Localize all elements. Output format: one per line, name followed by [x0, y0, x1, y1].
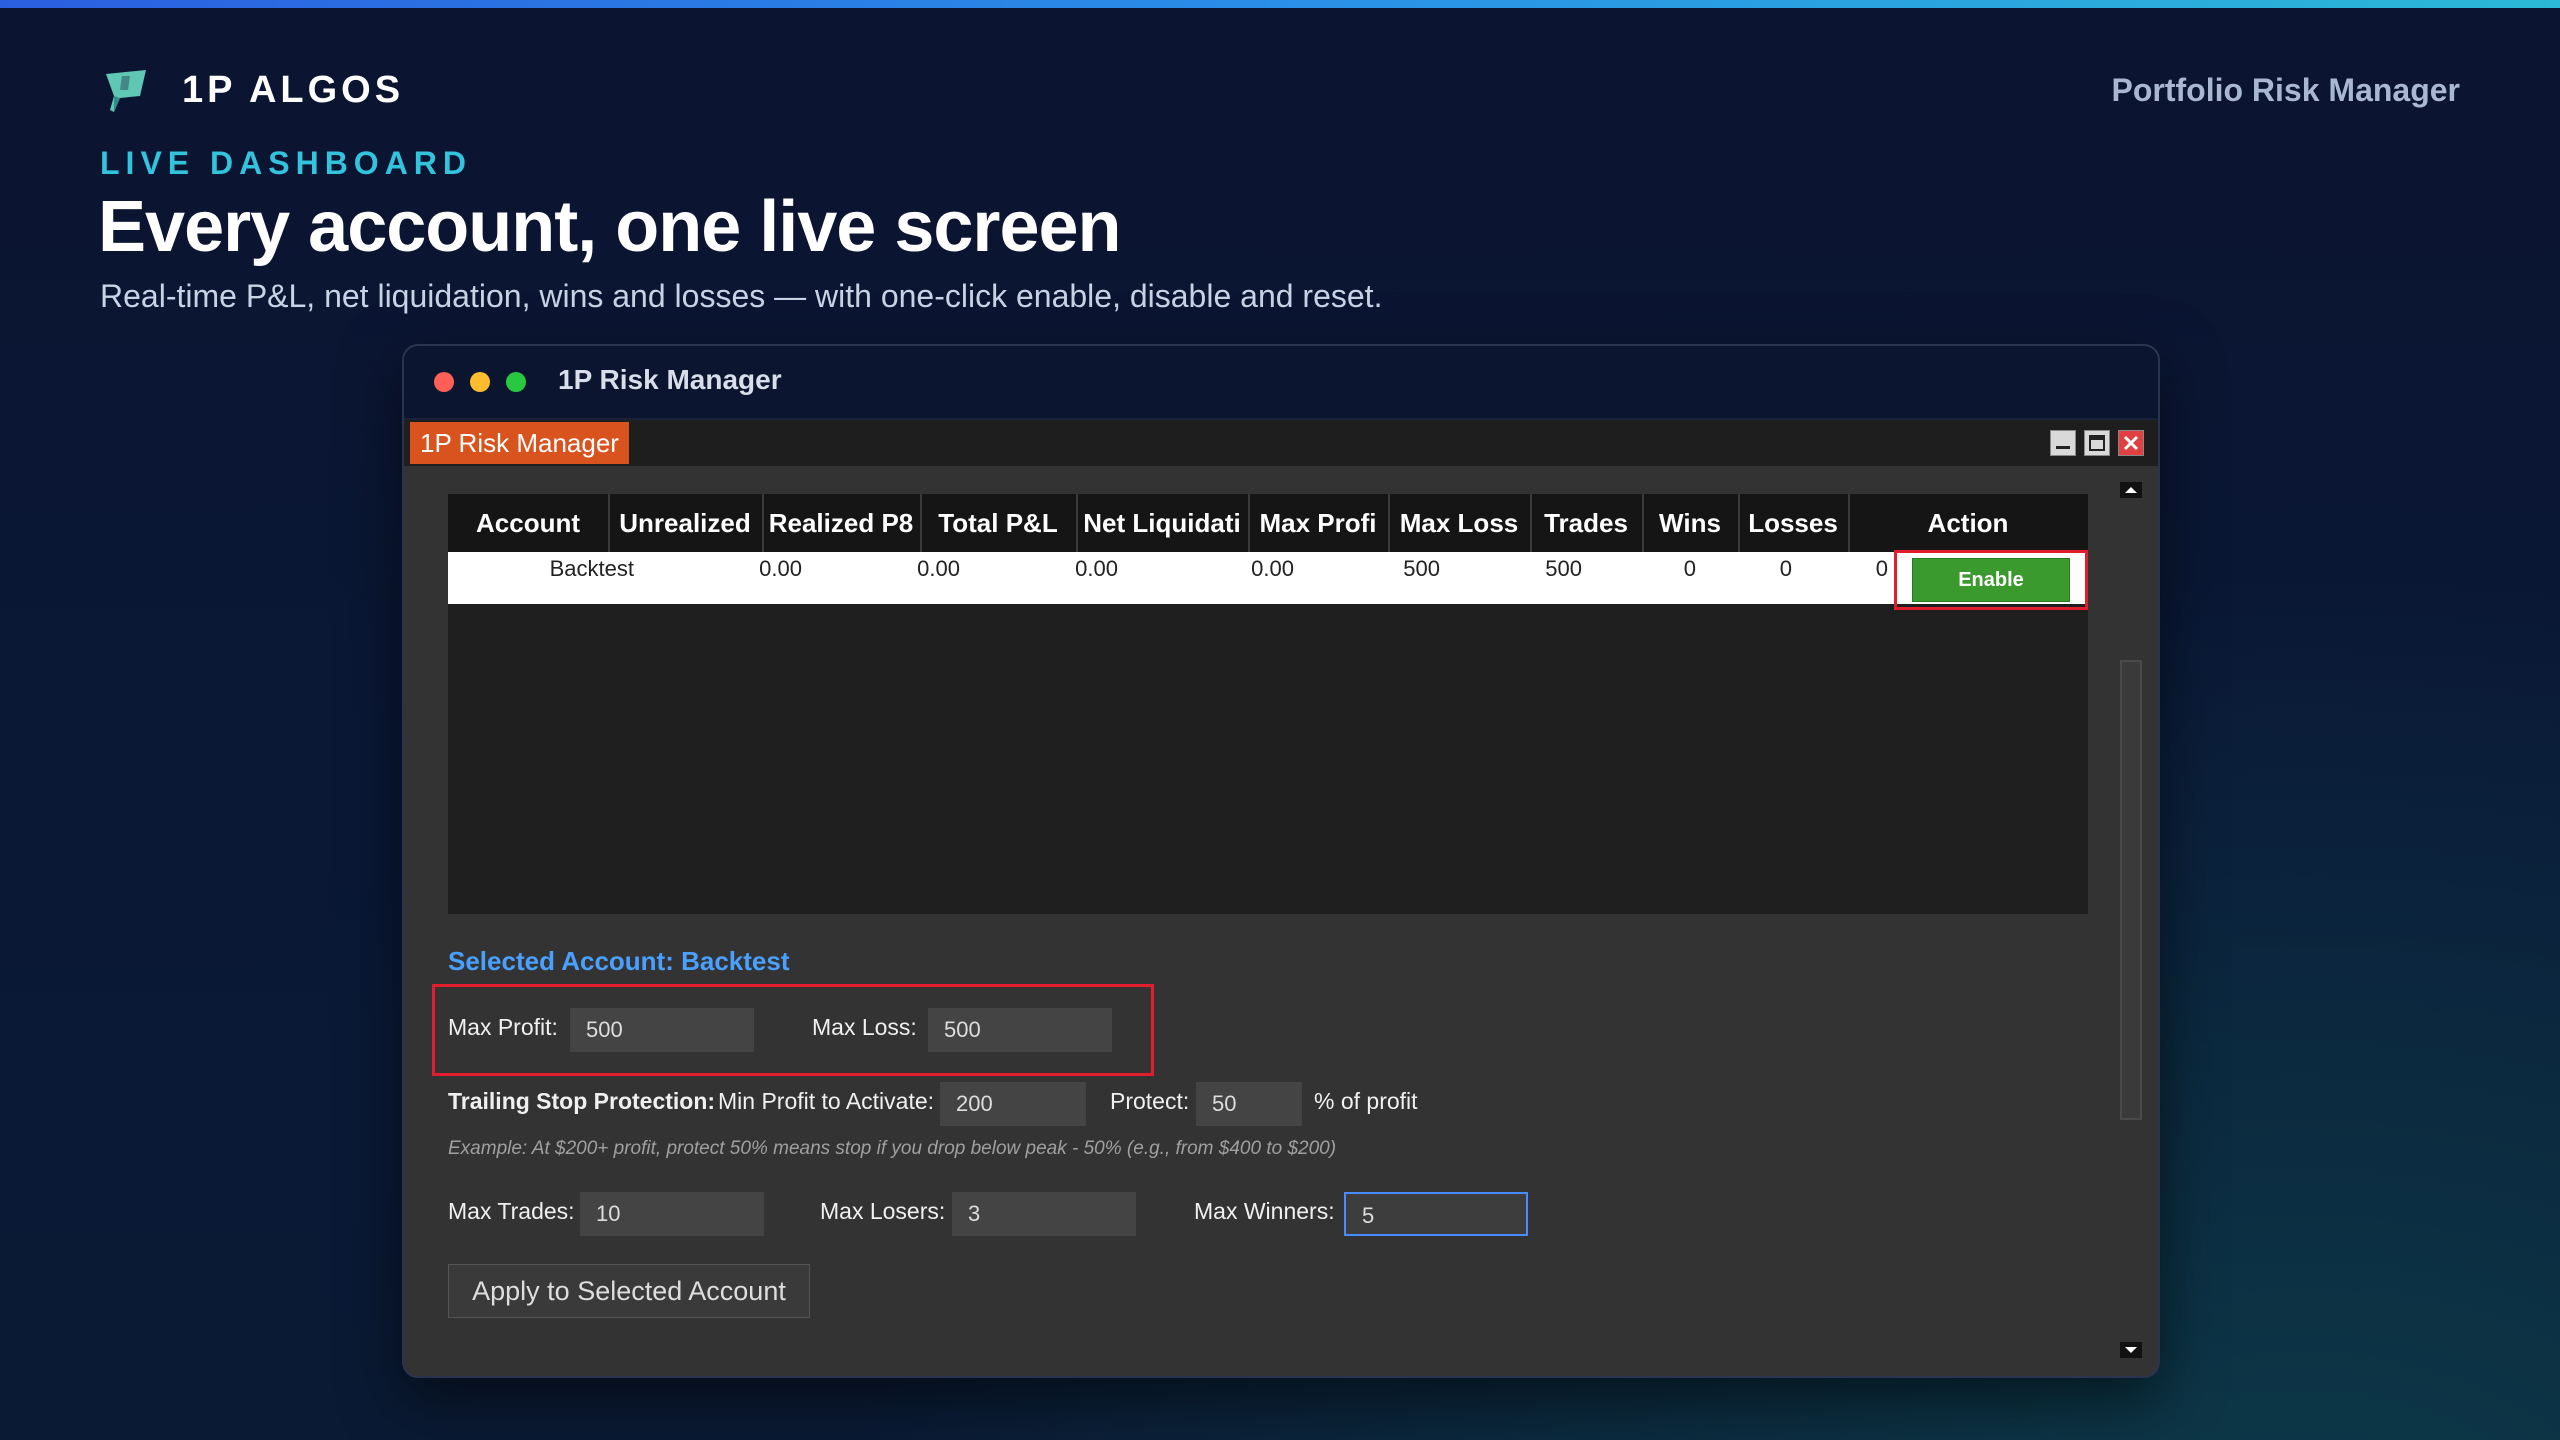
section-kicker: LIVE DASHBOARD — [100, 145, 473, 181]
accounts-grid: Account Unrealized Realized P8 Total P&L… — [448, 494, 2088, 914]
protect-label: Protect: — [1110, 1088, 1190, 1114]
inner-window-tab[interactable]: 1P Risk Manager — [410, 422, 629, 464]
losses-cell: 0 — [1875, 556, 1888, 581]
trailing-stop-example: Example: At $200+ profit, protect 50% me… — [448, 1138, 1337, 1159]
product-label: Portfolio Risk Manager — [2111, 72, 2461, 108]
min-profit-label: Min Profit to Activate: — [718, 1088, 935, 1114]
selected-account-title: Selected Account: Backtest — [448, 946, 790, 976]
unrealized-cell: 0.00 — [759, 556, 802, 581]
minimize-window-dot-icon[interactable] — [470, 372, 490, 392]
max-losers-label: Max Losers: — [820, 1198, 946, 1224]
net-liquidation-cell: 0.00 — [1251, 556, 1294, 581]
scroll-down-arrow-icon[interactable] — [2120, 1342, 2142, 1358]
column-header[interactable]: Max Profi — [1248, 494, 1390, 552]
zoom-window-dot-icon[interactable] — [506, 372, 526, 392]
column-header[interactable]: Net Liquidati — [1076, 494, 1250, 552]
column-header[interactable]: Action — [1848, 494, 2088, 552]
column-header[interactable]: Total P&L — [920, 494, 1078, 552]
column-header[interactable]: Trades — [1530, 494, 1644, 552]
column-header[interactable]: Max Loss — [1388, 494, 1532, 552]
max-loss-input[interactable]: 500 — [928, 1008, 1112, 1052]
max-trades-input[interactable]: 10 — [580, 1192, 764, 1236]
column-header[interactable]: Realized P8 — [762, 494, 922, 552]
page-subtitle: Real-time P&L, net liquidation, wins and… — [100, 278, 1383, 314]
trailing-stop-label: Trailing Stop Protection: — [448, 1088, 716, 1114]
table-row[interactable]: Backtest 0.00 0.00 0.00 0.00 500 500 0 0… — [448, 552, 2088, 604]
window-title: 1P Risk Manager — [558, 364, 782, 395]
max-loss-cell: 500 — [1545, 556, 1582, 581]
window-titlebar: 1P Risk Manager — [404, 346, 2158, 420]
column-header[interactable]: Account — [448, 494, 610, 552]
trades-cell: 0 — [1683, 556, 1696, 581]
column-header[interactable]: Losses — [1738, 494, 1850, 552]
column-header[interactable]: Wins — [1642, 494, 1740, 552]
inner-window-header — [404, 420, 2158, 466]
wins-cell: 0 — [1779, 556, 1792, 581]
grid-header: Account Unrealized Realized P8 Total P&L… — [448, 494, 2088, 552]
page-title: Every account, one live screen — [98, 187, 1122, 267]
max-profit-label: Max Profit: — [448, 1014, 558, 1040]
max-profit-input[interactable]: 500 — [570, 1008, 754, 1052]
brand-name: 1P ALGOS — [182, 68, 405, 111]
max-winners-input[interactable]: 5 — [1344, 1192, 1528, 1236]
column-header[interactable]: Unrealized — [608, 494, 764, 552]
max-losers-input[interactable]: 3 — [952, 1192, 1136, 1236]
total-pnl-cell: 0.00 — [1075, 556, 1118, 581]
vertical-scrollbar[interactable] — [2120, 660, 2142, 1120]
brand: 1P ALGOS — [100, 66, 404, 114]
enable-button[interactable]: Enable — [1912, 558, 2070, 602]
minimize-icon[interactable] — [2050, 430, 2076, 456]
max-profit-cell: 500 — [1403, 556, 1440, 581]
protect-suffix: % of profit — [1314, 1088, 1418, 1114]
min-profit-input[interactable]: 200 — [940, 1082, 1086, 1126]
max-winners-label: Max Winners: — [1194, 1198, 1335, 1224]
close-window-dot-icon[interactable] — [434, 372, 454, 392]
protect-input[interactable]: 50 — [1196, 1082, 1302, 1126]
account-cell: Backtest — [549, 556, 634, 581]
maximize-icon[interactable] — [2084, 430, 2110, 456]
close-icon[interactable] — [2118, 430, 2144, 456]
max-trades-label: Max Trades: — [448, 1198, 575, 1224]
leaf-flag-logo-icon — [106, 70, 146, 112]
apply-button[interactable]: Apply to Selected Account — [448, 1264, 810, 1318]
realized-cell: 0.00 — [917, 556, 960, 581]
top-accent-bar — [0, 0, 2560, 8]
scroll-up-arrow-icon[interactable] — [2120, 482, 2142, 498]
app-window: 1P Risk Manager 1P Risk Manager Account … — [402, 344, 2160, 1378]
max-loss-label: Max Loss: — [812, 1014, 917, 1040]
